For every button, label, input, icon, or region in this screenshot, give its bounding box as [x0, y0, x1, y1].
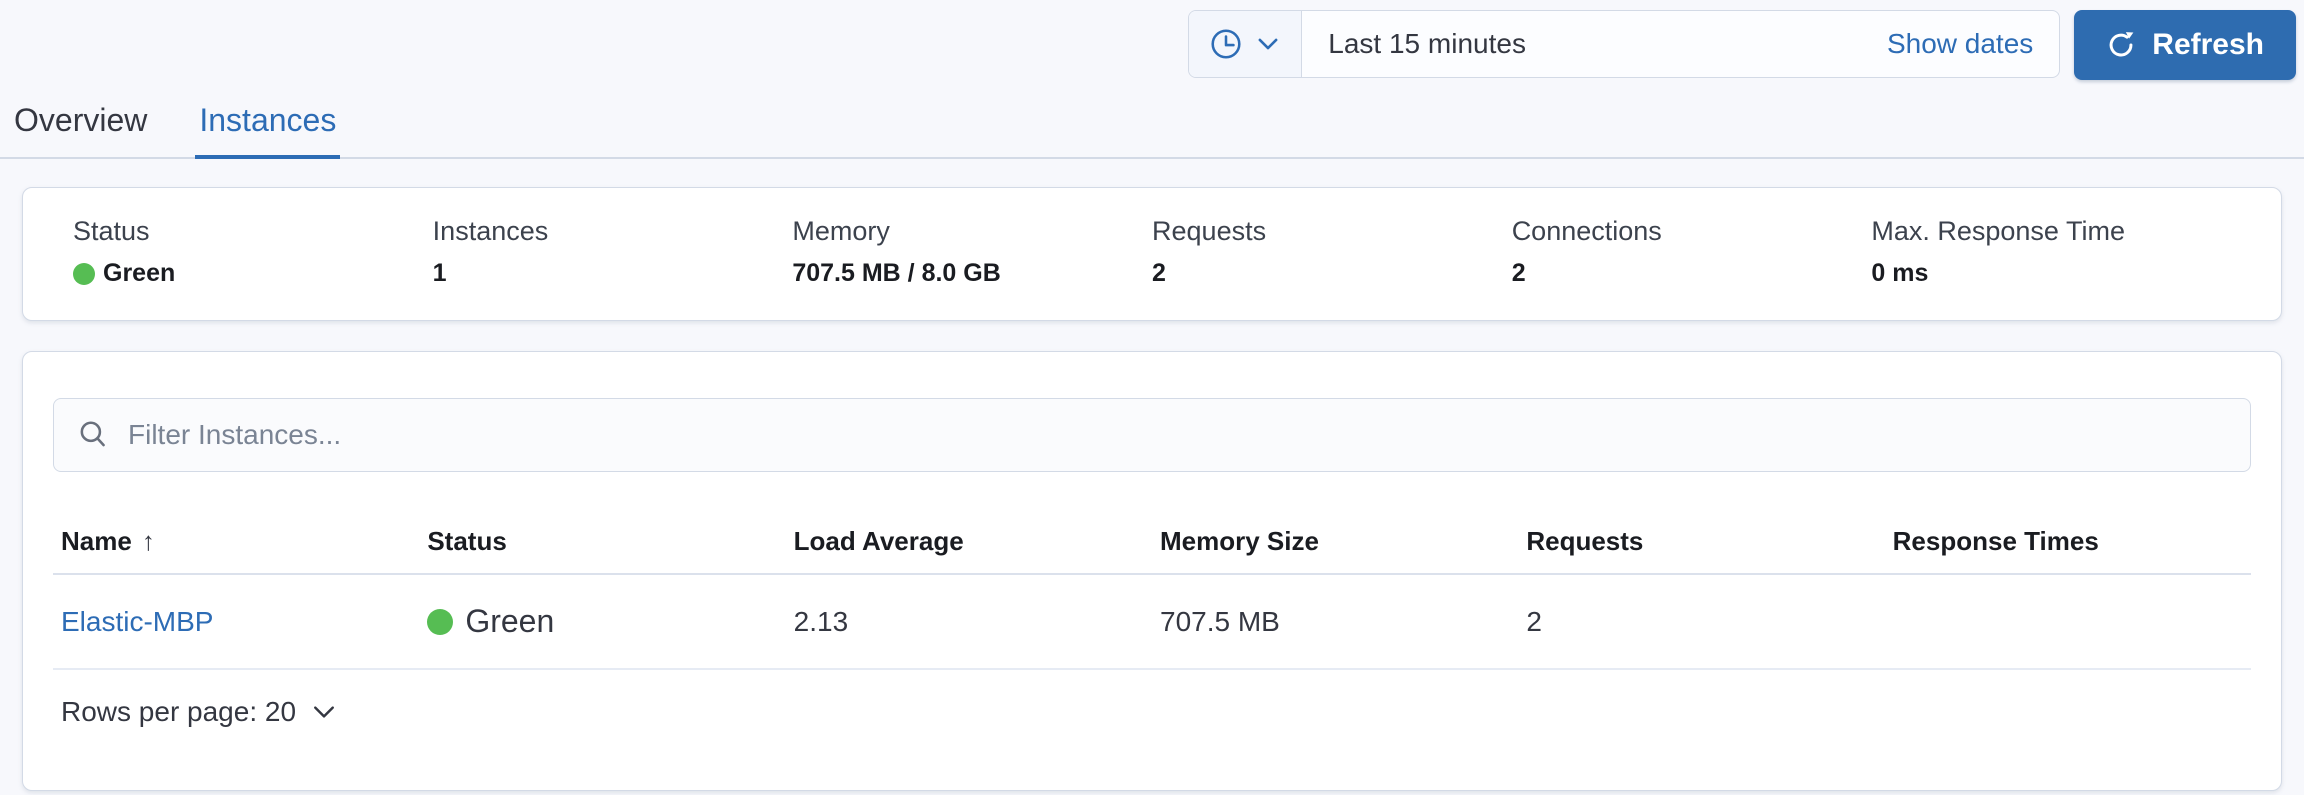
summary-panel: Status Green Instances 1 Memory 707.5 MB…: [22, 187, 2282, 321]
stat-memory: Memory 707.5 MB / 8.0 GB: [792, 216, 1152, 288]
filter-instances-input[interactable]: [128, 419, 2228, 451]
stat-label: Memory: [792, 216, 890, 246]
refresh-icon: [2106, 30, 2136, 60]
show-dates-button[interactable]: Show dates: [1861, 11, 2059, 77]
refresh-label: Refresh: [2152, 28, 2264, 61]
stat-value: 1: [432, 259, 447, 287]
column-header-memory-size[interactable]: Memory Size: [1152, 514, 1518, 573]
stat-label: Connections: [1511, 216, 1662, 246]
instance-response-times: [1885, 575, 2251, 668]
stat-label: Status: [73, 216, 150, 246]
time-filter-bar: Last 15 minutes Show dates Refresh: [0, 0, 2304, 80]
stat-value: 707.5 MB / 8.0 GB: [792, 259, 1001, 287]
instance-status: Green: [465, 603, 555, 639]
chevron-down-icon: [1255, 31, 1281, 57]
instance-load-average: 2.13: [793, 605, 849, 637]
stat-value: 0 ms: [1871, 259, 1929, 287]
stat-value: 2: [1152, 259, 1166, 287]
instance-memory-size: 707.5 MB: [1160, 605, 1280, 637]
column-header-name[interactable]: Name ↑: [53, 514, 419, 573]
rows-per-page-label: Rows per page: 20: [61, 696, 297, 727]
column-header-label: Name: [61, 526, 132, 556]
instances-panel: Name ↑ Status Load Average Memory Size R…: [22, 351, 2282, 791]
column-header-load-average[interactable]: Load Average: [786, 514, 1152, 573]
tab-instances[interactable]: Instances: [195, 94, 341, 159]
show-dates-label: Show dates: [1886, 28, 2034, 59]
column-header-requests[interactable]: Requests: [1518, 514, 1884, 573]
rows-per-page-button[interactable]: Rows per page: 20: [61, 696, 338, 728]
stat-instances: Instances 1: [433, 216, 793, 288]
column-header-status[interactable]: Status: [419, 514, 785, 573]
tabs-bar: Overview Instances: [0, 94, 2304, 159]
search-icon: [76, 418, 110, 452]
column-header-response-times[interactable]: Response Times: [1885, 514, 2251, 573]
filter-box: [53, 398, 2251, 472]
clock-icon: [1209, 27, 1243, 61]
stat-value: 2: [1511, 259, 1526, 287]
quick-select-button[interactable]: [1189, 11, 1303, 77]
table-header-row: Name ↑ Status Load Average Memory Size R…: [53, 514, 2251, 575]
date-picker: Last 15 minutes Show dates: [1188, 10, 2061, 78]
refresh-button[interactable]: Refresh: [2074, 10, 2296, 80]
stat-label: Max. Response Time: [1871, 216, 2125, 246]
table-footer: Rows per page: 20: [53, 670, 2251, 728]
instance-requests: 2: [1526, 605, 1542, 637]
stat-label: Instances: [432, 216, 549, 246]
chevron-down-icon: [310, 698, 338, 726]
monitoring-instances-page: Last 15 minutes Show dates Refresh Overv…: [0, 0, 2304, 795]
stat-status: Status Green: [73, 216, 433, 288]
health-status-icon: [427, 608, 454, 635]
tab-overview[interactable]: Overview: [10, 94, 151, 159]
time-range-button[interactable]: Last 15 minutes: [1302, 11, 1861, 77]
sort-ascending-icon: ↑: [141, 526, 155, 556]
health-status-icon: [73, 262, 95, 285]
time-range-value: Last 15 minutes: [1328, 28, 1526, 59]
summary-stats: Status Green Instances 1 Memory 707.5 MB…: [23, 188, 2281, 320]
stat-max-response-time: Max. Response Time 0 ms: [1871, 216, 2231, 288]
table-row: Elastic-MBP Green 2.13 707.5 MB 2: [53, 575, 2251, 670]
stat-label: Requests: [1152, 216, 1267, 246]
stat-requests: Requests 2: [1152, 216, 1512, 288]
instance-name-link[interactable]: Elastic-MBP: [61, 606, 213, 638]
stat-connections: Connections 2: [1512, 216, 1872, 288]
instances-table: Name ↑ Status Load Average Memory Size R…: [53, 514, 2251, 728]
stat-value: Green: [103, 259, 176, 287]
